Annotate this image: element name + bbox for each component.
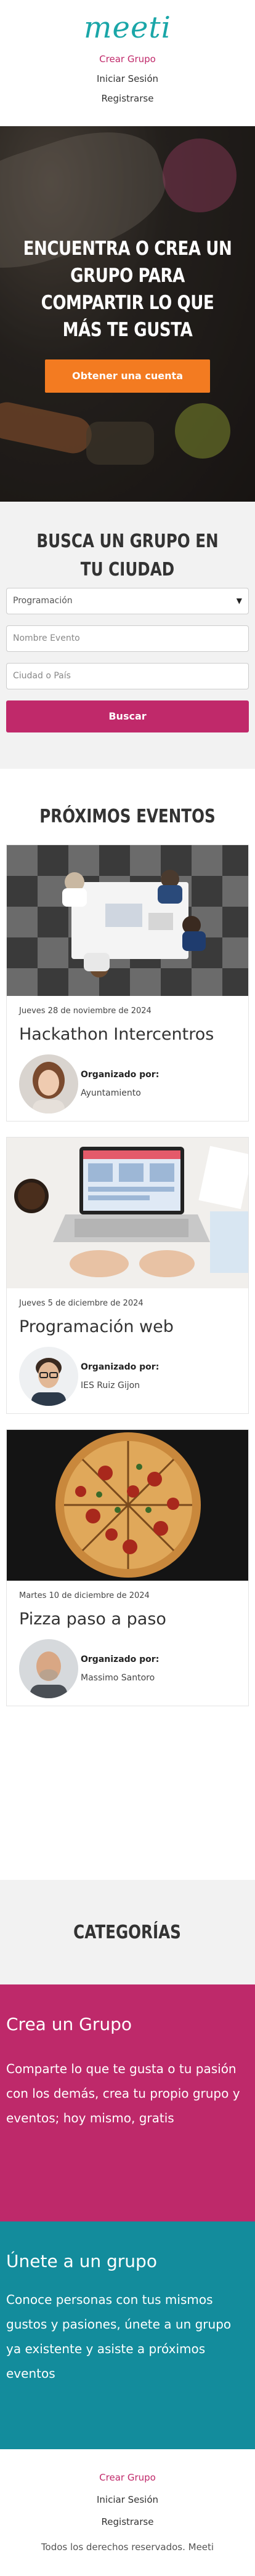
organizer-name: IES Ruiz Gijon xyxy=(81,1381,140,1390)
organizer-label: Organizado por: xyxy=(81,1655,160,1664)
organizer-avatar xyxy=(19,1639,78,1698)
search-title: Busca un grupo en tu ciudad xyxy=(36,531,219,580)
organizer-avatar xyxy=(19,1054,78,1113)
get-account-button[interactable]: Obtener una cuenta xyxy=(45,359,210,393)
search-button[interactable]: Buscar xyxy=(6,700,249,732)
event-date: Martes 10 de diciembre de 2024 xyxy=(19,1591,150,1600)
organizer-label: Organizado por: xyxy=(81,1070,160,1080)
category-select[interactable]: Programación ▼ xyxy=(6,588,249,614)
event-title[interactable]: Pizza paso a paso xyxy=(19,1607,236,1632)
site-logo[interactable]: meeti xyxy=(84,6,171,49)
join-group-text: Conoce personas con tus mismos gustos y … xyxy=(6,2292,232,2381)
city-placeholder: Ciudad o País xyxy=(13,671,71,681)
event-date: Jueves 5 de diciembre de 2024 xyxy=(19,1299,144,1308)
site-footer: Crear Grupo Iniciar Sesión Registrarse T… xyxy=(0,2449,255,2576)
footer-register-link[interactable]: Registrarse xyxy=(102,2511,154,2533)
organizer-label: Organizado por: xyxy=(81,1362,160,1372)
event-card[interactable]: Jueves 5 de diciembre de 2024 Programaci… xyxy=(6,1137,249,1414)
categories-title: Categorías xyxy=(73,1921,182,1943)
create-group-panel[interactable]: Crea un Grupo Comparte lo que te gusta o… xyxy=(0,1984,255,2221)
site-header: meeti Crear Grupo Iniciar Sesión Registr… xyxy=(0,0,255,126)
organizer-avatar xyxy=(19,1347,78,1406)
hero-section: Encuentra o crea un grupo para compartir… xyxy=(0,126,255,502)
organizer-name: Ayuntamiento xyxy=(81,1088,141,1098)
event-card[interactable]: Martes 10 de diciembre de 2024 Pizza pas… xyxy=(6,1429,249,1706)
copyright-text: Todos los derechos reservados. Meeti xyxy=(41,2542,214,2553)
city-input[interactable]: Ciudad o País xyxy=(6,663,249,689)
chevron-down-icon: ▼ xyxy=(236,596,242,605)
hero-title: Encuentra o crea un grupo para compartir… xyxy=(23,238,232,341)
upcoming-events-section: Próximos eventos Jueve xyxy=(0,769,255,1880)
events-title: Próximos eventos xyxy=(39,806,216,827)
event-name-input[interactable]: Nombre Evento xyxy=(6,625,249,652)
event-organizer: Organizado por: IES Ruiz Gijon xyxy=(19,1339,236,1413)
event-card[interactable]: Jueves 28 de noviembre de 2024 Hackathon… xyxy=(6,845,249,1121)
nav-create-group-link[interactable]: Crear Grupo xyxy=(99,49,156,69)
nav-register-link[interactable]: Registrarse xyxy=(102,89,154,108)
footer-login-link[interactable]: Iniciar Sesión xyxy=(97,2489,158,2511)
join-group-title: Únete a un grupo xyxy=(6,2251,157,2271)
join-group-panel[interactable]: Únete a un grupo Conoce personas con tus… xyxy=(0,2221,255,2449)
event-image-meeting[interactable] xyxy=(7,845,248,996)
event-name-placeholder: Nombre Evento xyxy=(13,633,80,643)
event-title[interactable]: Hackathon Intercentros xyxy=(19,1022,236,1047)
event-title[interactable]: Programación web xyxy=(19,1315,236,1339)
search-section: Busca un grupo en tu ciudad Programación… xyxy=(0,502,255,769)
event-organizer: Organizado por: Ayuntamiento xyxy=(19,1047,236,1121)
event-image-pizza[interactable] xyxy=(7,1430,248,1581)
create-group-title: Crea un Grupo xyxy=(6,2014,132,2034)
organizer-name: Massimo Santoro xyxy=(81,1673,155,1683)
category-select-value: Programación xyxy=(13,596,73,606)
main-nav: Crear Grupo Iniciar Sesión Registrarse xyxy=(97,49,158,108)
footer-create-group-link[interactable]: Crear Grupo xyxy=(99,2466,156,2489)
event-organizer: Organizado por: Massimo Santoro xyxy=(19,1632,236,1706)
create-group-text: Comparte lo que te gusta o tu pasión con… xyxy=(6,2061,240,2125)
categories-section: Categorías xyxy=(0,1880,255,1984)
nav-login-link[interactable]: Iniciar Sesión xyxy=(97,69,158,89)
event-date: Jueves 28 de noviembre de 2024 xyxy=(19,1006,152,1016)
event-image-laptop[interactable] xyxy=(7,1138,248,1288)
